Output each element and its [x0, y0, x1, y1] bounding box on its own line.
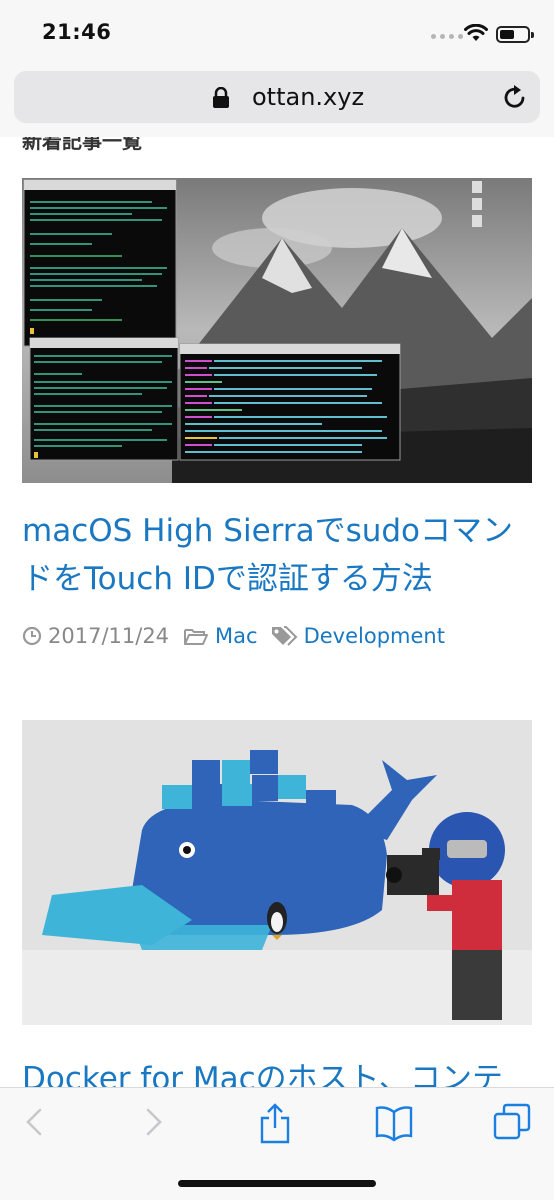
article-title-link[interactable]: macOS High Sierraでsudoコマン ドをTouch IDで認証す… — [22, 507, 534, 603]
lock-icon — [213, 87, 229, 108]
clock-icon — [22, 626, 42, 646]
article-date: 2017/11/24 — [48, 624, 170, 648]
status-time: 21:46 — [42, 20, 112, 44]
article-title-line-1: macOS High Sierraでsudoコマン — [22, 513, 514, 549]
folder-icon — [184, 629, 209, 645]
article-thumbnail[interactable] — [22, 178, 532, 483]
article-title-line-1: Docker for Macのホスト、コンテナ — [22, 1061, 504, 1087]
share-icon[interactable] — [257, 1102, 293, 1144]
status-bar: 21:46 — [0, 0, 554, 62]
page-content: 新着記事一覧 macOS High Sierraでsudoコマン ドをTouch… — [0, 137, 554, 1087]
article-thumbnail[interactable] — [22, 720, 532, 1025]
thumbnail-image — [22, 720, 532, 1025]
address-area: ottan.xyz — [0, 62, 554, 137]
section-title: 新着記事一覧 — [22, 137, 142, 153]
back-icon[interactable] — [20, 1102, 48, 1142]
cellular-signal-icon — [431, 34, 463, 39]
forward-icon[interactable] — [140, 1102, 168, 1142]
address-bar[interactable]: ottan.xyz — [14, 71, 540, 123]
thumbnail-image — [22, 178, 532, 483]
tabs-icon[interactable] — [492, 1102, 532, 1142]
reload-icon[interactable] — [502, 83, 528, 111]
bookmarks-icon[interactable] — [374, 1102, 414, 1142]
home-indicator — [178, 1180, 376, 1187]
article-meta: 2017/11/24 Mac Development — [22, 621, 457, 651]
battery-icon — [496, 26, 534, 43]
address-url: ottan.xyz — [252, 83, 365, 111]
article-title-link[interactable]: Docker for Macのホスト、コンテナ — [22, 1055, 534, 1087]
tags-icon — [271, 626, 298, 646]
category-link[interactable]: Mac — [215, 624, 258, 648]
article-title-line-2: ドをTouch IDで認証する方法 — [22, 561, 433, 597]
wifi-icon — [464, 24, 488, 41]
tag-link[interactable]: Development — [304, 624, 445, 648]
